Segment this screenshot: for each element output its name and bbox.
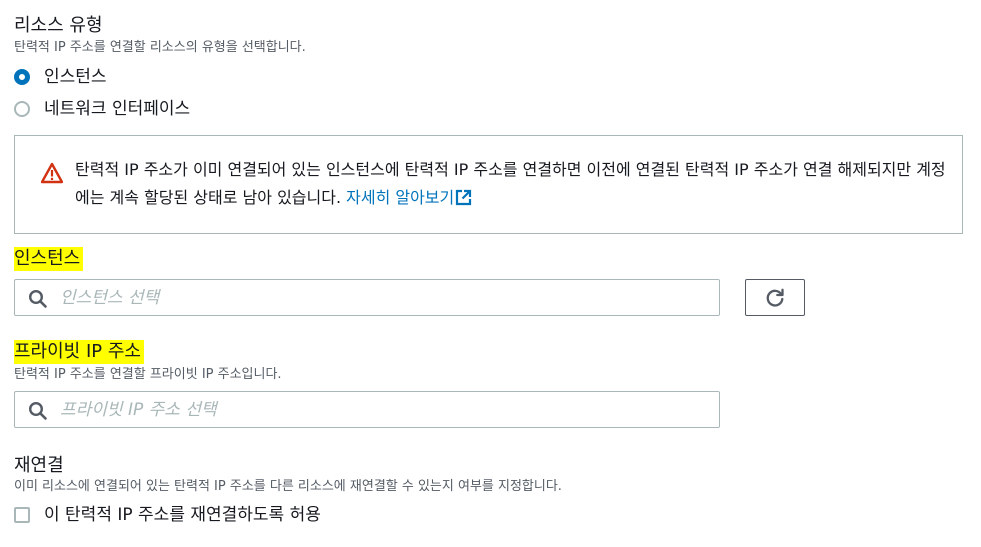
warning-alert: 탄력적 IP 주소가 이미 연결되어 있는 인스턴스에 탄력적 IP 주소를 연… [14, 135, 963, 234]
allow-reassociation-checkbox[interactable] [14, 507, 30, 523]
reassociation-title: 재연결 [14, 455, 64, 476]
resource-type-description: 탄력적 IP 주소를 연결할 리소스의 유형을 선택합니다. [14, 40, 306, 55]
instance-select-input[interactable]: 인스턴스 선택 [14, 279, 720, 316]
alert-message: 탄력적 IP 주소가 이미 연결되어 있는 인스턴스에 탄력적 IP 주소를 연… [75, 156, 955, 212]
radio-label-network-interface: 네트워크 인터페이스 [44, 99, 191, 119]
instance-label-text: 인스턴스 [14, 247, 84, 271]
external-link-icon [456, 189, 472, 206]
reassociation-description: 이미 리소스에 연결되어 있는 탄력적 IP 주소를 다른 리소스에 재연결할 … [14, 479, 562, 494]
search-icon [28, 289, 47, 308]
allow-reassociation-option[interactable]: 이 탄력적 IP 주소를 재연결하도록 허용 [14, 504, 321, 526]
instance-placeholder: 인스턴스 선택 [60, 288, 160, 308]
resource-type-title: 리소스 유형 [14, 15, 103, 36]
associate-elastic-ip-form: 리소스 유형 탄력적 IP 주소를 연결할 리소스의 유형을 선택합니다. 인스… [0, 0, 981, 547]
learn-more-link[interactable]: 자세히 알아보기 [346, 188, 472, 207]
radio-label-instance: 인스턴스 [44, 67, 107, 87]
radio-button-unselected[interactable] [14, 101, 30, 117]
alert-text: 탄력적 IP 주소가 이미 연결되어 있는 인스턴스에 탄력적 IP 주소를 연… [75, 160, 946, 207]
private-ip-label-text: 프라이빗 IP 주소 [14, 340, 144, 364]
refresh-icon [766, 288, 784, 307]
allow-reassociation-label: 이 탄력적 IP 주소를 재연결하도록 허용 [44, 505, 321, 525]
learn-more-label: 자세히 알아보기 [346, 188, 455, 207]
private-ip-placeholder: 프라이빗 IP 주소 선택 [60, 400, 217, 420]
radio-option-instance[interactable]: 인스턴스 [14, 66, 107, 88]
refresh-button[interactable] [745, 279, 805, 316]
search-icon [28, 401, 47, 420]
warning-triangle-icon [41, 162, 63, 184]
private-ip-description: 탄력적 IP 주소를 연결할 프라이빗 IP 주소입니다. [14, 367, 282, 382]
private-ip-label: 프라이빗 IP 주소 [14, 340, 144, 364]
private-ip-select-input[interactable]: 프라이빗 IP 주소 선택 [14, 391, 720, 428]
instance-label: 인스턴스 [14, 247, 84, 271]
radio-button-selected[interactable] [14, 69, 30, 85]
radio-option-network-interface[interactable]: 네트워크 인터페이스 [14, 98, 190, 120]
